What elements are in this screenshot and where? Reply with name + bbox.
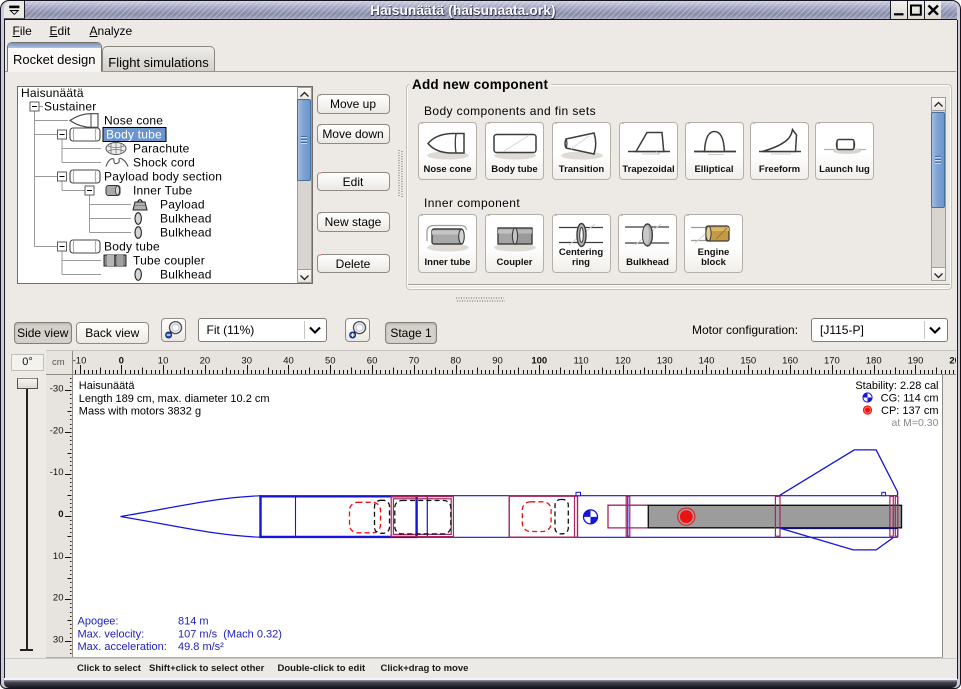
svg-text:100: 100 [531, 356, 547, 367]
svg-text:CP: 137 cm: CP: 137 cm [881, 405, 938, 417]
svg-text:Shock cord: Shock cord [133, 156, 195, 170]
svg-text:150: 150 [740, 356, 756, 367]
svg-text:10: 10 [158, 356, 169, 367]
svg-text:170: 170 [824, 356, 840, 367]
svg-text:200: 200 [949, 356, 956, 367]
svg-text:140: 140 [699, 356, 715, 367]
svg-text:107 m/s (Mach 0.32): 107 m/s (Mach 0.32) [178, 629, 282, 641]
svg-text:Bulkhead: Bulkhead [160, 212, 212, 226]
svg-text:Body tube: Body tube [106, 128, 162, 142]
svg-text:120: 120 [615, 356, 631, 367]
svg-text:0: 0 [119, 356, 124, 367]
svg-text:at M=0.30: at M=0.30 [892, 417, 939, 429]
svg-text:Length 189 cm, max. diameter 1: Length 189 cm, max. diameter 10.2 cm [79, 393, 270, 405]
svg-text:Bulkhead: Bulkhead [160, 226, 212, 240]
svg-text:814 m: 814 m [178, 616, 209, 628]
svg-text:Sustainer: Sustainer [44, 100, 97, 114]
svg-text:49.8 m/s²: 49.8 m/s² [178, 641, 224, 653]
svg-text:30: 30 [53, 634, 64, 645]
svg-text:-10: -10 [50, 467, 64, 478]
svg-text:Payload: Payload [160, 198, 205, 212]
svg-text:180: 180 [866, 356, 882, 367]
svg-text:Max. velocity:: Max. velocity: [78, 629, 145, 641]
svg-text:Body tube: Body tube [104, 240, 160, 254]
svg-text:70: 70 [409, 356, 420, 367]
svg-text:Parachute: Parachute [133, 142, 190, 156]
svg-text:Bulkhead: Bulkhead [160, 268, 212, 282]
svg-text:160: 160 [782, 356, 798, 367]
svg-text:50: 50 [325, 356, 336, 367]
svg-text:110: 110 [574, 356, 589, 367]
svg-text:30: 30 [241, 356, 252, 367]
svg-text:20: 20 [53, 593, 64, 604]
svg-text:Stability: 2.28 cal: Stability: 2.28 cal [855, 380, 938, 392]
svg-text:Inner Tube: Inner Tube [133, 184, 193, 198]
svg-text:-30: -30 [50, 384, 64, 395]
svg-text:80: 80 [450, 356, 461, 367]
svg-text:20: 20 [200, 356, 211, 367]
svg-text:cm: cm [52, 357, 65, 368]
svg-text:130: 130 [657, 356, 673, 367]
svg-text:0: 0 [58, 509, 63, 520]
svg-text:Tube coupler: Tube coupler [133, 254, 205, 268]
svg-text:-10: -10 [73, 356, 87, 367]
svg-text:Payload body section: Payload body section [104, 170, 222, 184]
svg-text:Apogee:: Apogee: [78, 616, 119, 628]
svg-text:190: 190 [908, 356, 924, 367]
svg-text:90: 90 [492, 356, 503, 367]
svg-text:Nose cone: Nose cone [104, 114, 163, 128]
svg-text:-20: -20 [50, 425, 64, 436]
svg-text:Haisunäätä: Haisunäätä [21, 86, 84, 100]
svg-text:Max. acceleration:: Max. acceleration: [78, 641, 167, 653]
svg-text:CG: 114 cm: CG: 114 cm [881, 393, 939, 405]
svg-text:Haisunäätä: Haisunäätä [79, 380, 136, 392]
svg-text:60: 60 [367, 356, 378, 367]
svg-text:10: 10 [53, 551, 64, 562]
svg-text:40: 40 [283, 356, 294, 367]
svg-text:Mass with motors 3832 g: Mass with motors 3832 g [79, 406, 201, 418]
